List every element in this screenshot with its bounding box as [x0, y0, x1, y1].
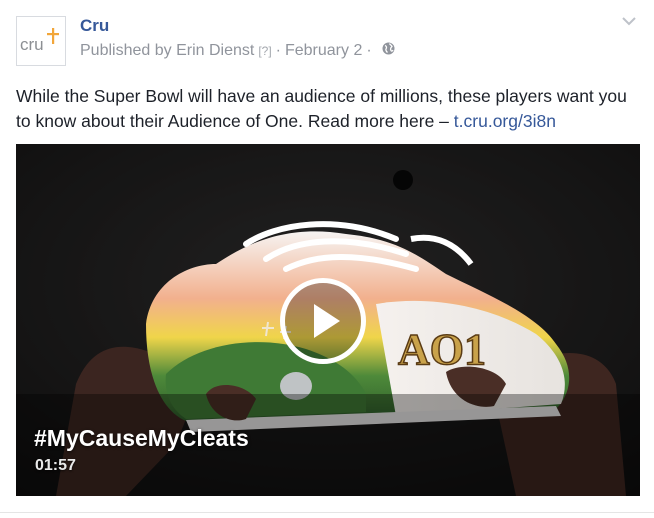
meta-separator: ·: [275, 42, 281, 59]
post-date-link[interactable]: February 2: [285, 42, 362, 60]
globe-icon[interactable]: [382, 42, 395, 60]
video-title: #MyCauseMyCleats: [34, 425, 249, 451]
meta-separator-2: ·: [366, 42, 372, 59]
post-text: While the Super Bowl will have an audien…: [16, 84, 640, 134]
divider: [0, 512, 654, 513]
video-duration: 01:57: [35, 457, 76, 474]
page-avatar[interactable]: cru: [16, 16, 66, 66]
published-by-text: Published by Erin Dienst: [80, 42, 255, 59]
feed-post: cru Cru Published by Erin Dienst [?] · F…: [0, 0, 654, 518]
cru-logo-icon: cru: [20, 28, 59, 54]
video-player[interactable]: AO1 #MyCauseMyCleats 01:57: [16, 144, 640, 496]
cru-logo-text: cru: [20, 35, 44, 54]
info-mark[interactable]: [?]: [258, 44, 271, 58]
page-name-link[interactable]: Cru: [80, 16, 109, 36]
play-icon: [314, 304, 340, 338]
chevron-down-icon[interactable]: [618, 12, 640, 30]
cleat-lettering: AO1: [398, 325, 486, 374]
play-button[interactable]: [280, 278, 366, 364]
post-link[interactable]: t.cru.org/3i8n: [454, 111, 556, 131]
post-meta: Published by Erin Dienst [?] · February …: [80, 42, 395, 60]
